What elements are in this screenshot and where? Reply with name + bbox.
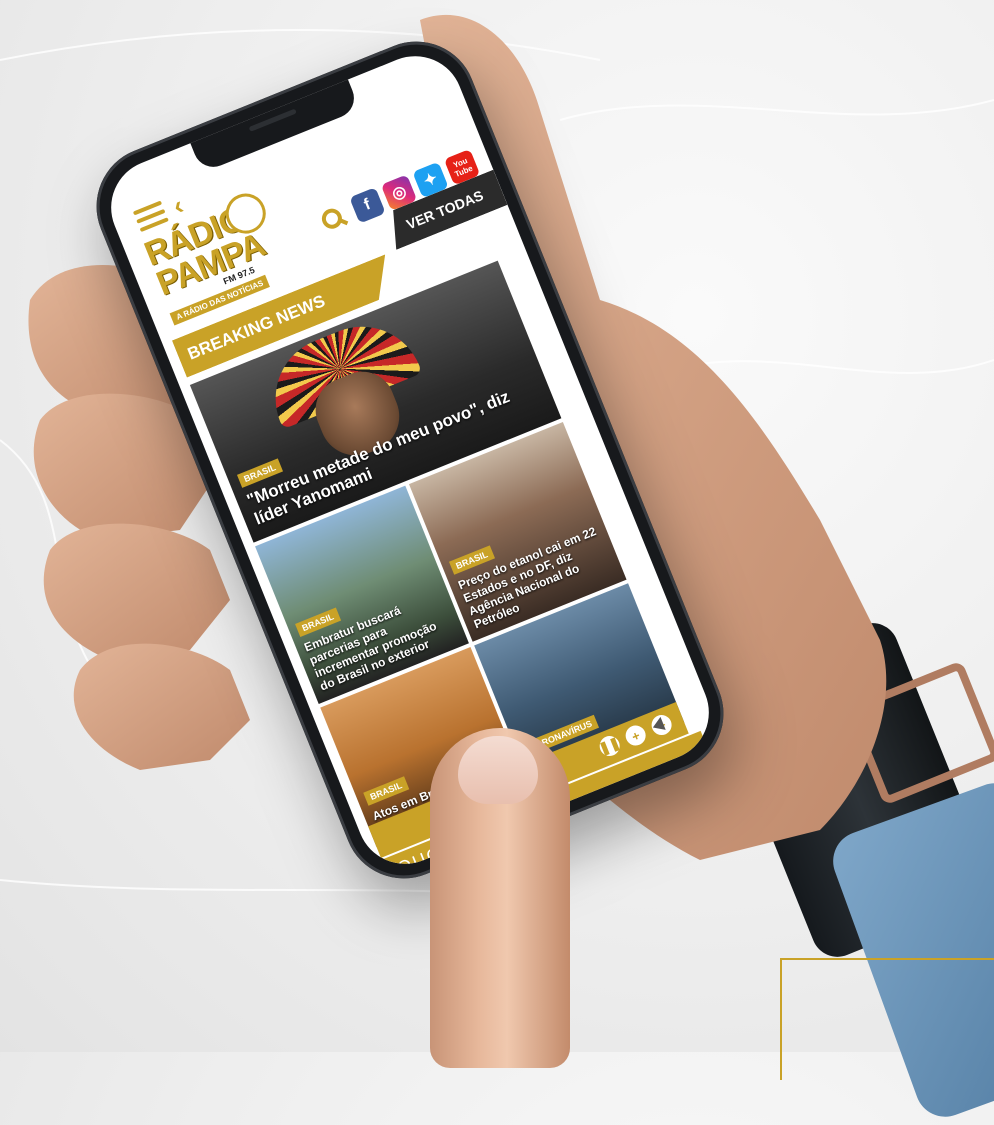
facebook-icon[interactable]: f — [349, 187, 386, 224]
volume-up-icon[interactable]: + — [622, 722, 649, 749]
phone-screen: ‹ RÁDIO PAMPA FM 97.5 A RÁDIO DAS NOTÍCI… — [96, 41, 724, 879]
speaker-grille — [248, 108, 297, 132]
pointing-finger — [430, 728, 570, 1068]
phone-device: ‹ RÁDIO PAMPA FM 97.5 A RÁDIO DAS NOTÍCI… — [60, 23, 742, 920]
pause-icon[interactable]: ❚❚ — [597, 733, 623, 760]
search-icon[interactable] — [319, 205, 348, 234]
decorative-gold-frame — [780, 958, 994, 1080]
chevron-left-icon[interactable]: ‹ — [168, 190, 188, 222]
fingernail — [458, 736, 538, 804]
phone-body: ‹ RÁDIO PAMPA FM 97.5 A RÁDIO DAS NOTÍCI… — [78, 23, 742, 897]
